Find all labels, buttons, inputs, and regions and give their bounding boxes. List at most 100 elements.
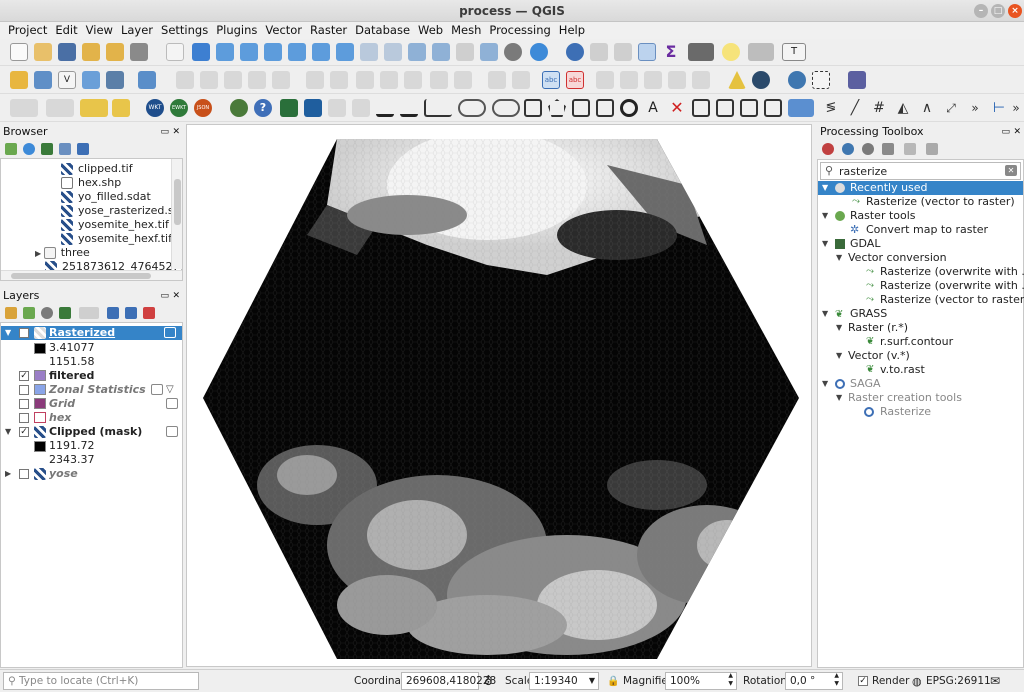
map-canvas[interactable] xyxy=(186,124,812,667)
layer-visibility-checkbox[interactable]: ✓ xyxy=(19,371,29,381)
delete-part-icon[interactable]: ✕ xyxy=(668,99,686,117)
cut-features-icon[interactable] xyxy=(356,71,374,89)
zoom-out-icon[interactable] xyxy=(240,43,258,61)
vertical-scrollbar[interactable] xyxy=(171,159,182,269)
open-attribute-table-icon[interactable] xyxy=(590,43,608,61)
style-manager-icon[interactable] xyxy=(130,43,148,61)
float-panel-icon[interactable]: ▭ xyxy=(1001,124,1010,140)
split-parts-icon[interactable] xyxy=(764,99,782,117)
select-rectangle-icon[interactable] xyxy=(812,71,830,89)
layer-row-zonal-statistics[interactable]: Zonal Statistics ▽ xyxy=(1,383,182,397)
redo-icon[interactable] xyxy=(454,71,472,89)
simplify-icon[interactable]: ≶ xyxy=(822,99,840,117)
label-hide-icon[interactable]: abc xyxy=(566,71,584,89)
overflow-icon[interactable]: » xyxy=(1010,99,1022,117)
mirror-tool-icon[interactable]: ◭ xyxy=(894,99,912,117)
label-rotate-icon[interactable] xyxy=(644,71,662,89)
add-part-icon[interactable] xyxy=(572,99,590,117)
help-icon[interactable]: ? xyxy=(254,99,272,117)
delete-selected-icon[interactable] xyxy=(330,71,348,89)
magnifier-spinbox[interactable]: 100% ▲ ▼ xyxy=(665,672,737,690)
trace-digitizing-icon[interactable] xyxy=(400,99,418,117)
layer-visibility-checkbox[interactable] xyxy=(19,413,29,423)
georeferencer-icon[interactable] xyxy=(752,71,770,89)
filter-legend-icon[interactable] xyxy=(59,307,71,319)
layer-indicator-icon[interactable] xyxy=(166,426,178,437)
angle-tool-icon[interactable]: ∧ xyxy=(918,99,936,117)
list-item[interactable]: hex.shp xyxy=(61,176,121,190)
edit-features-in-place-icon[interactable] xyxy=(904,143,916,155)
select-by-expression-icon[interactable] xyxy=(80,99,108,117)
close-panel-icon[interactable]: ✕ xyxy=(1013,124,1021,140)
pan-to-selection-icon[interactable] xyxy=(192,43,210,61)
manage-themes-icon[interactable] xyxy=(41,307,53,319)
menu-edit[interactable]: Edit xyxy=(51,22,81,39)
new-3d-view-icon[interactable] xyxy=(432,43,450,61)
results-viewer-icon[interactable] xyxy=(882,143,894,155)
clear-search-icon[interactable]: ✕ xyxy=(1005,165,1017,176)
messages-icon[interactable]: ✉ xyxy=(990,673,1000,690)
layer-row-yose[interactable]: ▶ yose xyxy=(1,467,182,481)
select-features-icon[interactable] xyxy=(10,99,38,117)
layer-visibility-checkbox[interactable]: ✓ xyxy=(19,427,29,437)
new-project-icon[interactable] xyxy=(10,43,28,61)
new-virtual-layer-icon[interactable] xyxy=(138,71,156,89)
layer-visibility-checkbox[interactable] xyxy=(19,399,29,409)
new-temporary-layer-icon[interactable] xyxy=(82,71,100,89)
reshape-features-icon[interactable] xyxy=(692,99,710,117)
new-print-layout-icon[interactable] xyxy=(82,43,100,61)
text-annotation-icon[interactable]: T xyxy=(782,43,806,61)
options-icon[interactable] xyxy=(926,143,938,155)
minimize-icon[interactable]: – xyxy=(974,4,988,18)
menu-raster[interactable]: Raster xyxy=(306,22,351,39)
list-item[interactable]: clipped.tif xyxy=(61,162,133,176)
metasearch-icon[interactable] xyxy=(848,71,866,89)
layer-row-grid[interactable]: Grid xyxy=(1,397,182,411)
zoom-to-selection-icon[interactable] xyxy=(288,43,306,61)
collapse-arrow-icon[interactable]: ▼ xyxy=(822,377,828,391)
history-icon[interactable] xyxy=(862,143,874,155)
add-ellipse-icon[interactable] xyxy=(492,99,520,117)
label-move-icon[interactable] xyxy=(620,71,638,89)
pan-map-icon[interactable] xyxy=(166,43,184,61)
lock-scale-icon[interactable]: 🔒 xyxy=(607,673,619,690)
collapse-arrow-icon[interactable]: ▼ xyxy=(836,321,842,335)
list-item[interactable]: yosemite_hexf.tif xyxy=(61,232,172,246)
enable-properties-icon[interactable] xyxy=(77,143,89,155)
maximize-icon[interactable]: □ xyxy=(991,4,1005,18)
list-item[interactable]: yosemite_hex.tif xyxy=(61,218,169,232)
locator-input[interactable]: ⚲ Type to locate (Ctrl+K) xyxy=(3,672,199,690)
open-project-icon[interactable] xyxy=(34,43,52,61)
zoom-native-icon[interactable] xyxy=(336,43,354,61)
add-group-icon[interactable] xyxy=(23,307,35,319)
copy-ewkt-icon[interactable]: EWKT xyxy=(170,99,188,117)
collapse-arrow-icon[interactable]: ▼ xyxy=(836,251,842,265)
digitize-curve-icon[interactable] xyxy=(424,99,452,117)
enable-snapping-icon[interactable] xyxy=(280,99,298,117)
layer-visibility-checkbox[interactable] xyxy=(19,469,29,479)
filter-indicator-icon[interactable]: ▽ xyxy=(166,383,174,397)
collapse-arrow-icon[interactable]: ▼ xyxy=(836,391,842,405)
locator-icon[interactable] xyxy=(748,43,774,61)
show-bookmarks-icon[interactable] xyxy=(456,43,474,61)
redo-digitize-icon[interactable] xyxy=(352,99,370,117)
current-edits-icon[interactable] xyxy=(176,71,194,89)
label-pin-icon[interactable] xyxy=(512,71,530,89)
expand-arrow-icon[interactable]: ▶ xyxy=(5,467,11,481)
label-toolbar-icon[interactable]: abc xyxy=(542,71,560,89)
scrollbar-thumb[interactable] xyxy=(11,273,151,279)
add-feature-icon[interactable] xyxy=(248,71,266,89)
data-source-manager-icon[interactable] xyxy=(10,71,28,89)
split-features-icon[interactable] xyxy=(740,99,758,117)
map-tips-icon[interactable] xyxy=(722,43,740,61)
list-item[interactable]: yo_filled.sdat xyxy=(61,190,151,204)
models-icon[interactable] xyxy=(822,143,834,155)
paste-features-icon[interactable] xyxy=(404,71,422,89)
tree-group-recently-used[interactable]: ▼ Recently used xyxy=(818,181,1023,195)
filter-by-expression-icon[interactable] xyxy=(79,307,99,319)
modify-attributes-icon[interactable] xyxy=(306,71,324,89)
scale-combobox[interactable]: 1:19340 ▼ xyxy=(529,672,599,690)
render-checkbox[interactable]: ✓ xyxy=(858,676,868,686)
menu-mesh[interactable]: Mesh xyxy=(447,22,485,39)
menu-view[interactable]: View xyxy=(82,22,117,39)
